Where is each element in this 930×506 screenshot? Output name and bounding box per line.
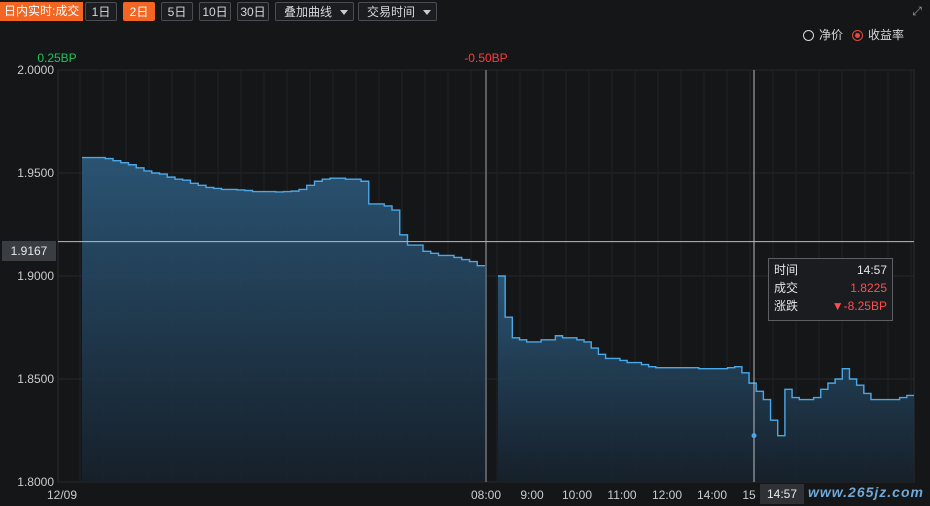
session-change-day2: -0.50BP <box>464 51 507 65</box>
crosshair-y-value: 1.9167 <box>2 241 56 261</box>
day-label: 12/09 <box>47 488 77 502</box>
tooltip-change-label: 涨跌 <box>774 299 799 313</box>
tooltip-change-row: 涨跌 ▼-8.25BP <box>774 298 887 314</box>
x-tick-label: 08:00 <box>471 488 501 502</box>
watermark: www.265jz.com <box>808 484 924 500</box>
y-tick-label: 1.9000 <box>17 269 54 283</box>
tooltip-deal-row: 成交 1.8225 <box>774 280 887 296</box>
x-tick-label: 11:00 <box>607 488 636 502</box>
y-tick-label: 2.0000 <box>17 63 54 77</box>
x-tick-label: 14:00 <box>697 488 727 502</box>
y-tick-label: 1.8000 <box>17 475 54 489</box>
tooltip-deal-value: 1.8225 <box>850 281 887 295</box>
tooltip-deal-label: 成交 <box>774 281 799 295</box>
crosshair-x-time: 14:57 <box>760 484 804 504</box>
x-tick-label: 10:00 <box>562 488 592 502</box>
crosshair-point <box>751 433 757 439</box>
x-tick-label: 9:00 <box>520 488 544 502</box>
tooltip-change-value: ▼-8.25BP <box>831 299 887 313</box>
tooltip-time-row: 时间 14:57 <box>774 262 887 278</box>
x-tick-label: 12:00 <box>652 488 682 502</box>
tooltip-time-value: 14:57 <box>856 263 887 277</box>
y-tick-label: 1.8500 <box>17 372 54 386</box>
tooltip-time-label: 时间 <box>774 263 799 277</box>
y-tick-label: 1.9500 <box>17 166 54 180</box>
x-tick-label: 15 <box>742 488 756 502</box>
session-change-day1: 0.25BP <box>37 51 76 65</box>
yield-chart[interactable]: 2.0000 1.9500 1.9000 1.8500 1.8000 08:00 9:00 1… <box>0 0 930 506</box>
data-tooltip: 时间 14:57 成交 1.8225 涨跌 ▼-8.25BP <box>768 258 893 321</box>
